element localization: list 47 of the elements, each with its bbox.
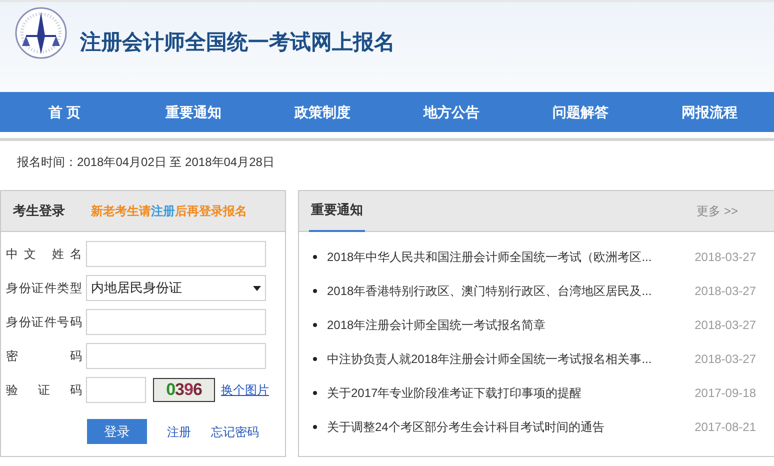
nav-item[interactable]: 重要通知 <box>129 102 258 122</box>
notice-link[interactable]: 关于调整24个考区部分考生会计科目考试时间的通告 <box>327 418 695 436</box>
emblem-logo <box>14 6 68 60</box>
notice-link[interactable]: 2018年香港特别行政区、澳门特别行政区、台湾地区居民及... <box>327 282 695 300</box>
notice-link[interactable]: 关于2017年专业阶段准考证下载打印事项的提醒 <box>327 384 695 402</box>
nav-item[interactable]: 网报流程 <box>645 102 774 122</box>
captcha-image: 0396 <box>153 378 215 402</box>
caret-icon <box>253 286 261 290</box>
nav-item[interactable]: 政策制度 <box>258 102 387 122</box>
field-label: 身份证件类型 <box>6 280 82 297</box>
notice-date: 2017-09-18 <box>694 384 756 402</box>
password-field[interactable] <box>86 343 266 369</box>
bullet-icon <box>313 288 317 292</box>
notice-date: 2017-08-21 <box>694 418 756 436</box>
notices-tab[interactable]: 重要通知 <box>309 190 365 232</box>
refresh-captcha-link[interactable]: 换个图片 <box>221 381 269 399</box>
site-title: 注册会计师全国统一考试网上报名 <box>80 30 395 56</box>
input-field[interactable] <box>86 241 266 267</box>
captcha-input[interactable] <box>86 377 146 403</box>
nav-item[interactable]: 首 页 <box>0 102 129 122</box>
bullet-icon <box>313 390 317 394</box>
field-label: 身份证件号码 <box>6 314 82 331</box>
login-title: 考生登录 <box>13 202 65 220</box>
notice-link[interactable]: 中注协负责人就2018年注册会计师全国统一考试报名相关事... <box>327 350 695 368</box>
field-label: 验 证 码 <box>6 382 82 399</box>
register-hint: 新老考生请注册后再登录报名 <box>91 203 247 220</box>
notice-date: 2018-03-27 <box>694 282 756 300</box>
select-value: 内地居民身份证 <box>91 279 182 298</box>
field-label: 密 码 <box>6 348 82 365</box>
bullet-icon <box>313 254 317 258</box>
register-link[interactable]: 注册 <box>167 422 191 440</box>
registration-period: 报名时间：2018年04月02日 至 2018年04月28日 <box>16 154 276 171</box>
nav-item[interactable]: 问题解答 <box>516 102 645 122</box>
bullet-icon <box>313 424 317 428</box>
input-field[interactable] <box>86 309 266 335</box>
notice-link[interactable]: 2018年中华人民共和国注册会计师全国统一考试（欧洲考区... <box>327 248 695 266</box>
id-type-select[interactable]: 内地居民身份证 <box>86 275 266 301</box>
notice-link[interactable]: 2018年注册会计师全国统一考试报名简章 <box>327 316 695 334</box>
notice-date: 2018-03-27 <box>694 248 756 266</box>
bullet-icon <box>313 322 317 326</box>
field-label: 中文 姓名 <box>6 246 82 263</box>
bullet-icon <box>313 356 317 360</box>
notice-date: 2018-03-27 <box>694 316 756 334</box>
login-button[interactable]: 登录 <box>87 419 147 444</box>
notice-date: 2018-03-27 <box>694 350 756 368</box>
nav-item[interactable]: 地方公告 <box>387 102 516 122</box>
forgot-password-link[interactable]: 忘记密码 <box>211 422 259 440</box>
